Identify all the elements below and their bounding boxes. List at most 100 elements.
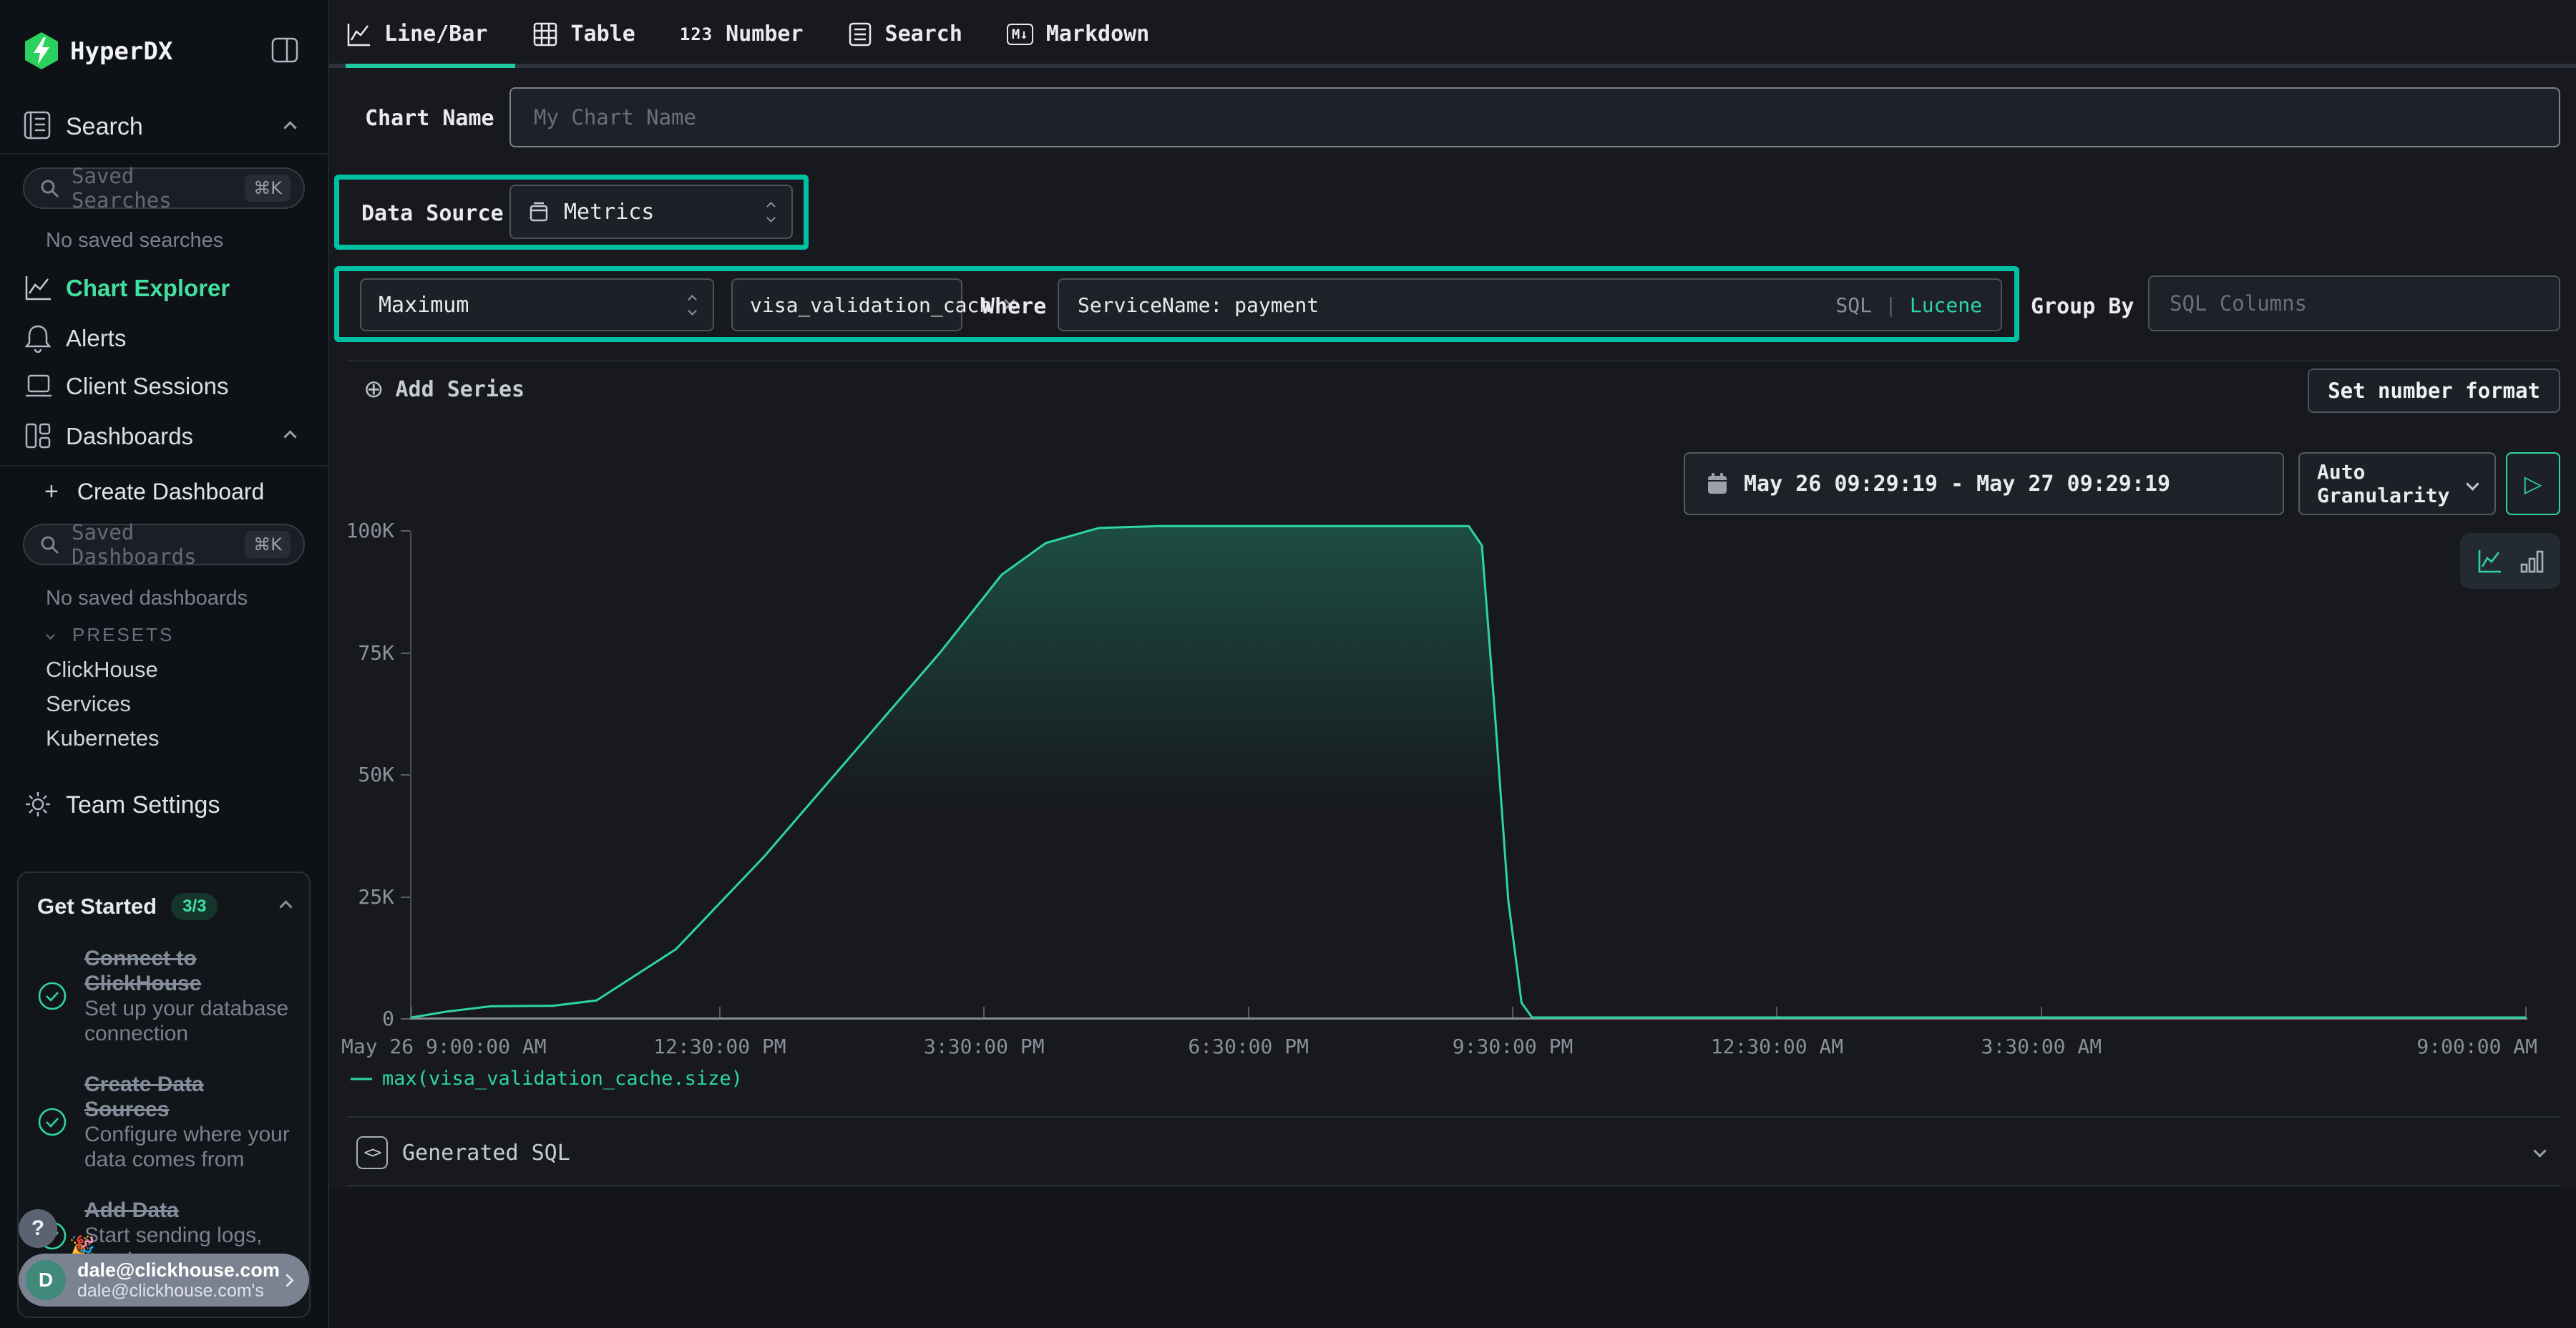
tab-markdown[interactable]: M↓ Markdown [1007,21,1149,47]
get-started-item-title: Add Data [84,1198,291,1223]
granularity-select[interactable]: Auto Granularity [2298,452,2496,515]
data-source-select[interactable]: Metrics [509,185,793,239]
sidebar-item-chart-explorer-label[interactable]: Chart Explorer [66,275,230,302]
y-tick [401,897,410,898]
tab-search[interactable]: Search [848,21,962,47]
y-tick [401,653,410,654]
chart-name-inputbox[interactable] [509,87,2560,147]
collapse-sidebar-icon[interactable] [270,36,299,64]
tab-label: Line/Bar [384,21,488,47]
run-query-button[interactable]: ▷ [2506,452,2560,515]
team-settings-label[interactable]: Team Settings [66,791,220,819]
y-tick [401,774,410,776]
presets-header[interactable]: PRESETS [47,624,174,646]
x-tick [1512,1007,1513,1017]
active-tab-indicator [346,64,515,68]
table-icon [532,21,558,47]
select-updown-icon [689,296,696,314]
group-by-input[interactable] [2170,291,2539,316]
chart-name-label: Chart Name [365,106,494,131]
sidebar-item-dashboards[interactable] [24,421,52,450]
sidebar-item-chart-explorer[interactable] [24,273,52,302]
get-started-progress-badge: 3/3 [171,893,218,920]
sidebar-item-client-sessions-label[interactable]: Client Sessions [66,373,228,400]
where-input[interactable] [1078,293,1823,317]
preset-item-kubernetes[interactable]: Kubernetes [46,726,160,751]
play-icon: ▷ [2524,470,2542,497]
main-content: Line/Bar Table 123 Number Search M↓ Mark… [329,0,2576,1328]
bell-icon [24,323,52,353]
chevron-up-icon[interactable] [283,121,296,134]
get-started-item-title: Create Data Sources [84,1072,291,1122]
group-by-inputbox[interactable] [2148,275,2560,331]
x-tick [983,1007,985,1017]
aggregation-select[interactable]: Maximum [360,278,714,331]
data-source-label: Data Source [361,201,504,226]
chart-legend: — max(visa_validation_cache.size) [351,1066,743,1090]
generated-sql-row[interactable]: <> Generated SQL [356,1136,570,1169]
get-started-header[interactable]: Get Started 3/3 [37,893,291,920]
where-inputbox[interactable]: SQL | Lucene [1058,278,2002,331]
chart-name-input[interactable] [534,105,2536,130]
metric-tag-label: visa_validation_cach [750,293,991,317]
get-started-item-connect[interactable]: Connect to ClickHouse Set up your databa… [37,946,291,1046]
legend-line-swatch: — [351,1066,372,1090]
tab-table[interactable]: Table [532,21,635,47]
lucene-mode-toggle[interactable]: Lucene [1910,293,1982,317]
y-tick [401,530,410,532]
gear-icon [24,790,52,819]
data-source-value: Metrics [564,200,753,225]
chevron-up-icon[interactable] [279,900,292,913]
date-range-picker[interactable]: May 26 09:29:19 - May 27 09:29:19 [1684,452,2284,515]
sidebar: HyperDX Search Saved Searches ⌘K No save… [0,0,329,1328]
sidebar-item-alerts[interactable] [24,323,52,353]
sidebar-item-alerts-label[interactable]: Alerts [66,325,126,352]
saved-searches-input[interactable]: Saved Searches ⌘K [23,167,305,209]
user-subtitle: dale@clickhouse.com's [77,1281,283,1301]
tab-line-bar[interactable]: Line/Bar [346,21,488,47]
aggregation-value: Maximum [379,293,675,318]
tab-label: Search [885,21,962,47]
chevron-down-icon [2466,477,2479,490]
search-icon [39,534,60,555]
plus-icon: + [44,478,59,506]
x-axis-label: 9:30:00 PM [1453,1035,1574,1058]
divider [0,153,328,155]
set-number-format-button[interactable]: Set number format [2308,368,2560,413]
saved-dashboards-input[interactable]: Saved Dashboards ⌘K [23,524,305,565]
tab-number[interactable]: 123 Number [680,21,804,47]
user-menu[interactable]: D dale@clickhouse.com dale@clickhouse.co… [19,1254,309,1307]
chevron-up-icon[interactable] [283,430,296,443]
data-source-icon [528,200,550,223]
check-circle-icon [37,981,67,1011]
saved-searches-placeholder: Saved Searches [72,164,245,213]
add-series-button[interactable]: ⊕ Add Series [364,375,525,404]
tabbar-underline [329,64,2576,68]
document-list-icon [848,21,872,47]
metric-tag[interactable]: visa_validation_cach × [731,278,962,331]
sidebar-item-dashboards-label[interactable]: Dashboards [66,423,193,450]
team-settings-item[interactable] [24,790,52,819]
get-started-item-desc: Set up your database connection [84,996,291,1046]
x-tick [2525,1007,2527,1017]
line-chart-toggle-icon[interactable] [2476,547,2503,575]
search-section-icon [24,110,51,140]
sidebar-item-client-sessions[interactable] [24,373,54,400]
sidebar-section-search[interactable]: Search [66,113,143,141]
get-started-card: Get Started 3/3 Connect to ClickHouse Se… [17,872,311,1318]
preset-item-clickhouse[interactable]: ClickHouse [46,657,158,683]
create-dashboard-button[interactable]: + Create Dashboard [44,478,264,506]
chart-series-svg [411,508,2526,1022]
x-axis-line [410,1017,2527,1020]
preset-item-services[interactable]: Services [46,691,131,717]
sql-mode-toggle[interactable]: SQL [1835,293,1872,317]
get-started-item-sources[interactable]: Create Data Sources Configure where your… [37,1072,291,1172]
bar-chart-toggle-icon[interactable] [2520,547,2545,575]
shortcut-badge: ⌘K [245,175,291,202]
calendar-icon [1707,472,1728,495]
x-axis-label: 12:30:00 AM [1711,1035,1843,1058]
chevron-down-icon[interactable] [2533,1144,2546,1157]
get-started-item-desc: Configure where your data comes from [84,1122,291,1172]
help-button[interactable]: ? [19,1209,57,1248]
tab-label: Number [726,21,803,47]
